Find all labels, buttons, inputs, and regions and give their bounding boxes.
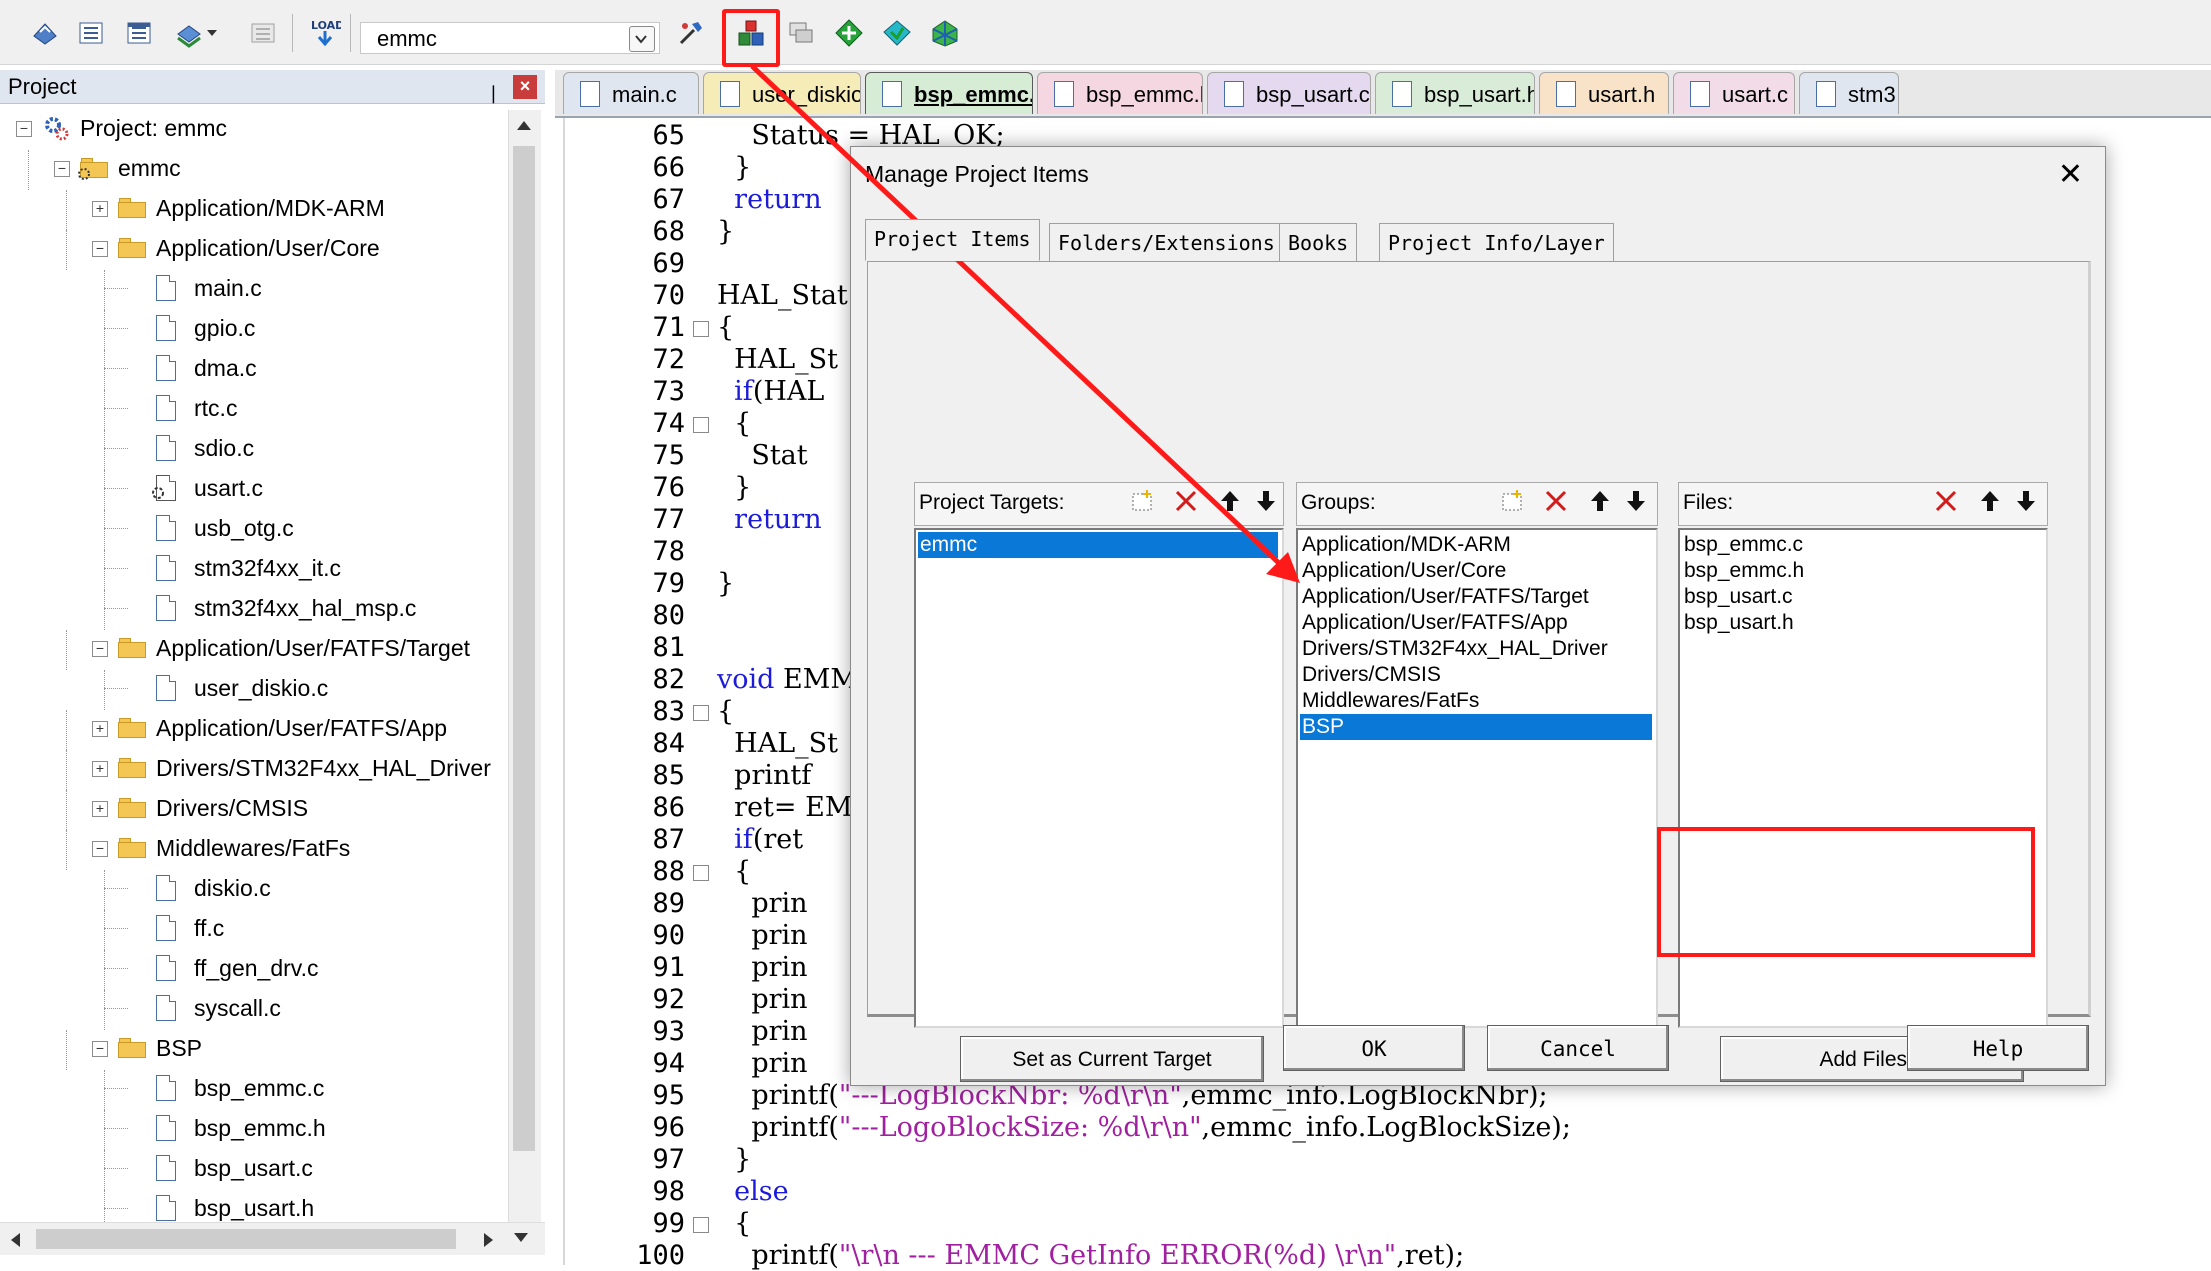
file-icon [882,81,902,107]
tab-project-items[interactable]: Project Items [865,219,1040,261]
editor-tab-label: bsp_emmc.c [914,82,1032,107]
editor-tab[interactable]: bsp_emmc.c [865,72,1033,114]
annotation-arrow [750,64,1300,583]
